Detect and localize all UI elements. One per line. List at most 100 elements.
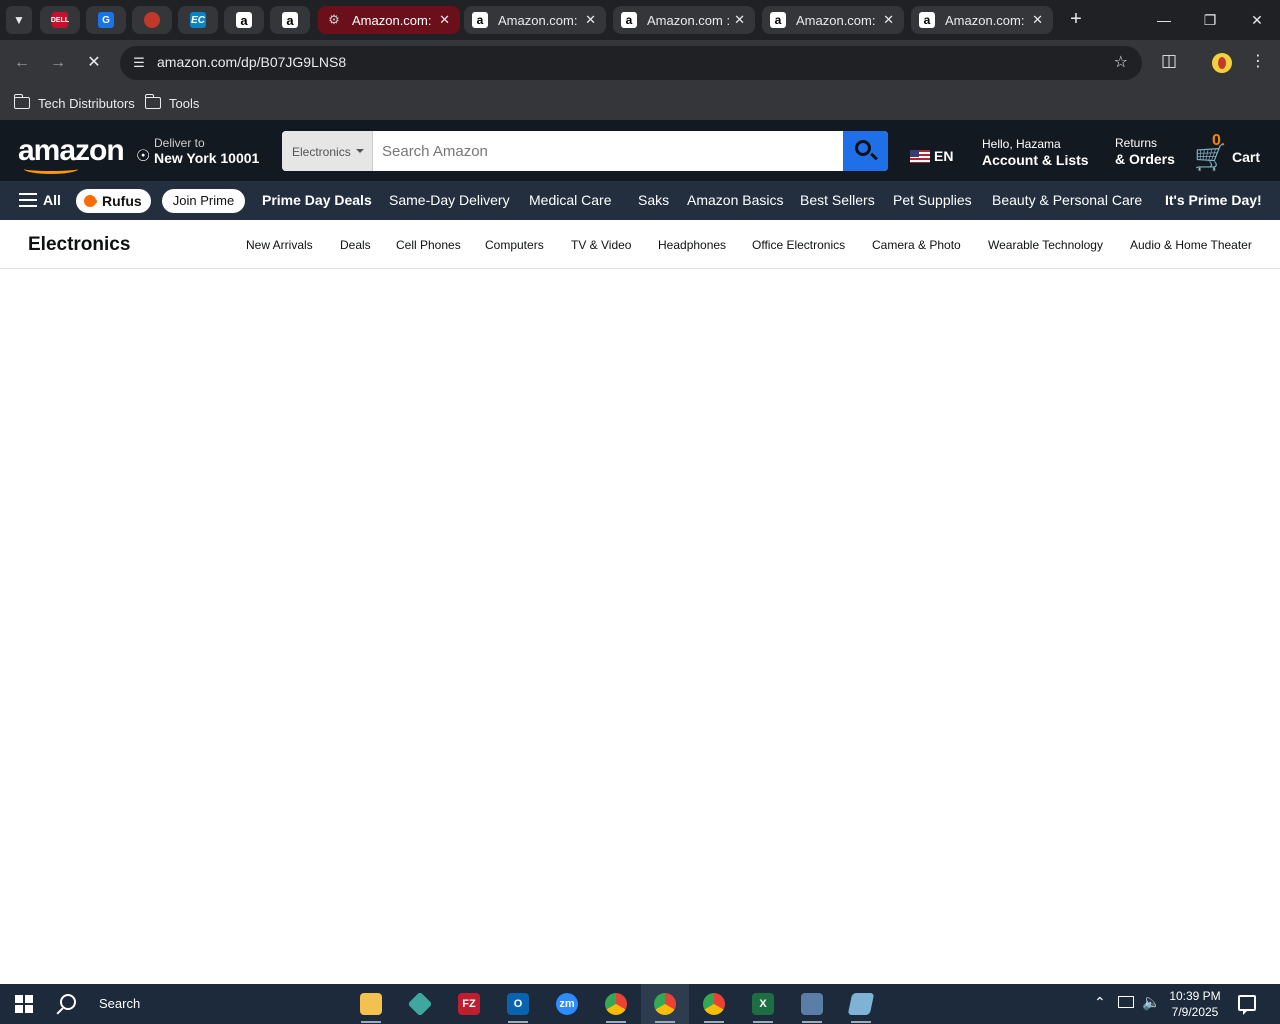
bookmark-star-icon[interactable]: ☆ xyxy=(1114,52,1128,72)
taskbar-calculator[interactable] xyxy=(788,984,836,1024)
language-selector[interactable]: EN xyxy=(910,148,953,164)
stop-loading-icon[interactable]: ✕ xyxy=(82,51,106,75)
system-clock[interactable]: 10:39 PM 7/9/2025 xyxy=(1162,988,1228,1020)
pinned-tab-ec[interactable]: EC xyxy=(178,6,218,34)
running-indicator xyxy=(361,1021,381,1023)
nav-link-pet-supplies[interactable]: Pet Supplies xyxy=(893,192,972,208)
rufus-button[interactable]: Rufus xyxy=(76,189,151,213)
taskbar-app-diamond[interactable] xyxy=(396,984,444,1024)
subnav-camera-photo[interactable]: Camera & Photo xyxy=(872,238,961,252)
prime-day-promo[interactable]: It's Prime Day! xyxy=(1165,192,1262,208)
pinned-tab-box[interactable] xyxy=(132,6,172,34)
box-app-icon xyxy=(144,12,160,28)
new-tab-plus-icon[interactable]: + xyxy=(1064,8,1088,32)
nav-link-amazon-basics[interactable]: Amazon Basics xyxy=(687,192,783,208)
tab-search-button[interactable]: ▼ xyxy=(6,6,32,34)
taskbar-excel[interactable]: X xyxy=(739,984,787,1024)
browser-tab[interactable]: a Amazon.com: A ✕ xyxy=(464,6,606,34)
subnav-audio-home-theater[interactable]: Audio & Home Theater xyxy=(1130,238,1252,252)
taskbar-search-label[interactable]: Search xyxy=(99,996,140,1011)
url-text[interactable]: amazon.com/dp/B07JG9LNS8 xyxy=(157,54,346,70)
nav-link-same-day-delivery[interactable]: Same-Day Delivery xyxy=(389,192,510,208)
running-indicator xyxy=(655,1021,675,1023)
close-tab-icon[interactable]: ✕ xyxy=(883,12,894,28)
outlook-icon: O xyxy=(507,993,529,1015)
subnav-cell-phones[interactable]: Cell Phones xyxy=(396,238,461,252)
browser-toolbar: ← → ✕ ☰ amazon.com/dp/B07JG9LNS8 ☆ xyxy=(0,40,1280,86)
forward-arrow-icon[interactable]: → xyxy=(46,51,70,75)
cart-button[interactable]: 🛒 0 Cart xyxy=(1192,132,1266,172)
search-button[interactable] xyxy=(843,131,888,171)
returns-label: Returns xyxy=(1115,136,1158,150)
tab-title: Amazon.com : xyxy=(647,12,729,28)
pinned-tab-g[interactable]: G xyxy=(86,6,126,34)
returns-and-orders[interactable]: Returns & Orders xyxy=(1115,136,1175,167)
minimize-icon[interactable]: — xyxy=(1152,8,1176,32)
subnav-office-electronics[interactable]: Office Electronics xyxy=(752,238,845,252)
nav-link-medical-care[interactable]: Medical Care xyxy=(529,192,611,208)
join-prime-button[interactable]: Join Prime xyxy=(162,189,245,213)
close-tab-icon[interactable]: ✕ xyxy=(734,12,745,28)
close-tab-icon[interactable]: ✕ xyxy=(585,12,596,28)
windows-taskbar: Search FZ O zm X ⌃ 🔈 10:39 PM 7/9/2025 xyxy=(0,984,1280,1024)
taskbar-notes[interactable] xyxy=(837,984,885,1024)
close-tab-icon[interactable]: ✕ xyxy=(1032,12,1043,28)
bookmark-tech-distributors[interactable]: Tech Distributors xyxy=(13,93,135,113)
search-input[interactable] xyxy=(374,131,844,171)
subnav-computers[interactable]: Computers xyxy=(485,238,544,252)
cart-count: 0 xyxy=(1212,132,1221,149)
extensions-puzzle-icon[interactable]: ◫ xyxy=(1158,51,1180,73)
chrome-icon xyxy=(703,993,725,1015)
subnav-headphones[interactable]: Headphones xyxy=(658,238,726,252)
browser-tab[interactable]: a Amazon.com : ✕ xyxy=(613,6,755,34)
deliver-location: New York 10001 xyxy=(154,150,260,166)
account-and-lists[interactable]: Hello, Hazama Account & Lists xyxy=(982,137,1089,168)
subnav-deals[interactable]: Deals xyxy=(340,238,371,252)
restore-icon[interactable]: ❐ xyxy=(1198,8,1222,32)
taskbar-outlook[interactable]: O xyxy=(494,984,542,1024)
taskbar-chrome-2[interactable] xyxy=(641,984,689,1024)
back-arrow-icon[interactable]: ← xyxy=(10,51,34,75)
all-menu-button[interactable]: All xyxy=(19,192,61,208)
nav-link-best-sellers[interactable]: Best Sellers xyxy=(800,192,875,208)
site-info-icon[interactable]: ☰ xyxy=(128,52,150,74)
taskbar-zoom[interactable]: zm xyxy=(543,984,591,1024)
nav-link-saks[interactable]: Saks xyxy=(638,192,669,208)
chevron-up-icon[interactable]: ⌃ xyxy=(1094,994,1106,1011)
subnav-tv-video[interactable]: TV & Video xyxy=(571,238,631,252)
profile-avatar[interactable] xyxy=(1212,53,1232,73)
nav-link-beauty-personal-care[interactable]: Beauty & Personal Care xyxy=(992,192,1142,208)
running-indicator xyxy=(704,1021,724,1023)
search-icon[interactable] xyxy=(60,994,76,1010)
subnav-title[interactable]: Electronics xyxy=(28,234,130,256)
pinned-tab-dell[interactable]: DELL xyxy=(40,6,80,34)
pinned-tab-amazon-1[interactable]: a xyxy=(224,6,264,34)
taskbar-filezilla[interactable]: FZ xyxy=(445,984,493,1024)
subnav-wearable-technology[interactable]: Wearable Technology xyxy=(988,238,1103,252)
window-close-icon[interactable]: ✕ xyxy=(1245,8,1269,32)
browser-tab[interactable]: a Amazon.com: A ✕ xyxy=(911,6,1053,34)
tab-title: Amazon.com: A xyxy=(352,12,434,28)
windows-start-icon[interactable] xyxy=(15,995,33,1013)
hamburger-menu-icon xyxy=(19,193,37,207)
search-category-select[interactable]: Electronics xyxy=(282,131,373,171)
taskbar-chrome-3[interactable] xyxy=(690,984,738,1024)
pinned-tab-amazon-2[interactable]: a xyxy=(270,6,310,34)
browser-tab-active[interactable]: ⚙ Amazon.com: A ✕ xyxy=(318,6,460,34)
more-menu-icon[interactable]: ⋮ xyxy=(1250,51,1266,73)
amazon-logo[interactable]: amazon xyxy=(18,134,125,168)
bookmark-tools[interactable]: Tools xyxy=(144,93,200,113)
location-pin-icon: ☉ xyxy=(136,148,151,165)
nav-link-prime-day-deals[interactable]: Prime Day Deals xyxy=(262,192,372,208)
close-tab-icon[interactable]: ✕ xyxy=(439,12,450,28)
network-icon[interactable] xyxy=(1118,996,1134,1008)
volume-icon[interactable]: 🔈 xyxy=(1142,993,1161,1011)
notifications-icon[interactable] xyxy=(1238,995,1256,1015)
browser-tab[interactable]: a Amazon.com: A ✕ xyxy=(762,6,904,34)
taskbar-chrome-1[interactable] xyxy=(592,984,640,1024)
filezilla-icon: FZ xyxy=(458,993,480,1015)
bookmark-label: Tools xyxy=(169,95,200,111)
subnav-new-arrivals[interactable]: New Arrivals xyxy=(246,238,313,252)
address-bar[interactable]: ☰ amazon.com/dp/B07JG9LNS8 ☆ xyxy=(120,46,1142,80)
taskbar-file-explorer[interactable] xyxy=(347,984,395,1024)
